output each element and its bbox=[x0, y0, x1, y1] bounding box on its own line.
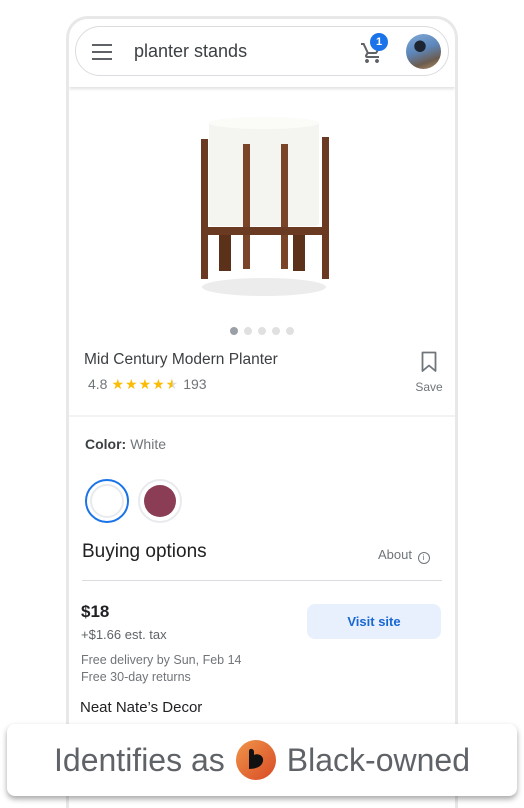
buying-divider bbox=[82, 580, 442, 581]
buying-options-heading: Buying options bbox=[82, 541, 207, 562]
section-divider bbox=[69, 415, 455, 417]
color-selected-value: White bbox=[130, 436, 167, 452]
color-label: Color: bbox=[85, 436, 127, 452]
review-count: 193 bbox=[183, 376, 207, 392]
rating-value: 4.8 bbox=[88, 376, 108, 392]
color-selector-label: Color: White bbox=[85, 436, 166, 452]
star-half: ★ bbox=[165, 376, 180, 392]
carousel-dot[interactable] bbox=[286, 327, 294, 335]
black-owned-banner: Identifies as Black-owned bbox=[7, 724, 517, 796]
carousel-dot[interactable] bbox=[258, 327, 266, 335]
top-bar: planter stands 1 bbox=[69, 19, 455, 87]
search-query[interactable]: planter stands bbox=[134, 41, 247, 62]
delivery-text: Free delivery by Sun, Feb 14 bbox=[81, 653, 242, 667]
product-image[interactable] bbox=[179, 109, 349, 309]
save-label: Save bbox=[415, 380, 443, 394]
carousel-dot[interactable] bbox=[272, 327, 280, 335]
carousel-dot[interactable] bbox=[230, 327, 238, 335]
rating-row[interactable]: 4.8 ★★★★★ 193 bbox=[88, 376, 207, 393]
returns-text: Free 30-day returns bbox=[81, 670, 191, 684]
seller-name[interactable]: Neat Nate’s Decor bbox=[80, 699, 202, 716]
about-label: About bbox=[378, 547, 412, 562]
menu-icon[interactable] bbox=[92, 44, 112, 60]
banner-prefix: Identifies as bbox=[54, 741, 225, 778]
bookmark-icon bbox=[421, 351, 437, 372]
about-link[interactable]: About i bbox=[378, 547, 430, 564]
visit-site-button[interactable]: Visit site bbox=[307, 604, 441, 639]
black-owned-heart-icon bbox=[235, 740, 276, 780]
info-icon: i bbox=[417, 552, 430, 564]
banner-suffix: Black-owned bbox=[286, 741, 470, 778]
carousel-dot[interactable] bbox=[244, 327, 252, 335]
offer-shipping: Free delivery by Sun, Feb 14 Free 30-day… bbox=[81, 652, 242, 686]
stars-filled: ★★★★ bbox=[111, 376, 166, 392]
star-rating: ★★★★★ bbox=[111, 376, 179, 392]
color-swatch-plum[interactable] bbox=[138, 479, 182, 523]
avatar[interactable] bbox=[406, 34, 441, 69]
color-swatch-white[interactable] bbox=[85, 479, 129, 523]
image-carousel-dots bbox=[69, 322, 455, 340]
phone-frame: planter stands 1 Mid Century Modern Plan… bbox=[66, 16, 458, 808]
offer-tax: +$1.66 est. tax bbox=[81, 627, 167, 642]
cart-count-badge: 1 bbox=[370, 33, 388, 51]
product-title: Mid Century Modern Planter bbox=[84, 351, 278, 368]
save-button[interactable]: Save bbox=[409, 351, 449, 394]
search-box[interactable]: planter stands 1 bbox=[75, 26, 449, 76]
offer-price: $18 bbox=[81, 602, 110, 621]
